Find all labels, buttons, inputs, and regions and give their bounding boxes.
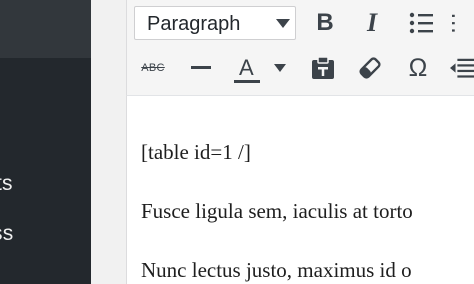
- sidebar-item-2-label: ss: [0, 222, 14, 245]
- paragraph[interactable]: Fusce ligula sem, iaculis at torto: [141, 198, 413, 224]
- paragraph[interactable]: Nunc lectus justo, maximus id o: [141, 257, 412, 283]
- sidebar-item-1[interactable]: ts: [0, 172, 13, 196]
- admin-sidebar: ts ss: [0, 0, 91, 284]
- sidebar-item-2[interactable]: ss: [0, 222, 13, 246]
- sidebar-active-block: [0, 0, 91, 58]
- paragraph-shortcode[interactable]: [table id=1 /]: [141, 139, 251, 165]
- sidebar-item-1-label: ts: [0, 172, 13, 195]
- editor-body[interactable]: [table id=1 /] Fusce ligula sem, iaculis…: [141, 0, 474, 284]
